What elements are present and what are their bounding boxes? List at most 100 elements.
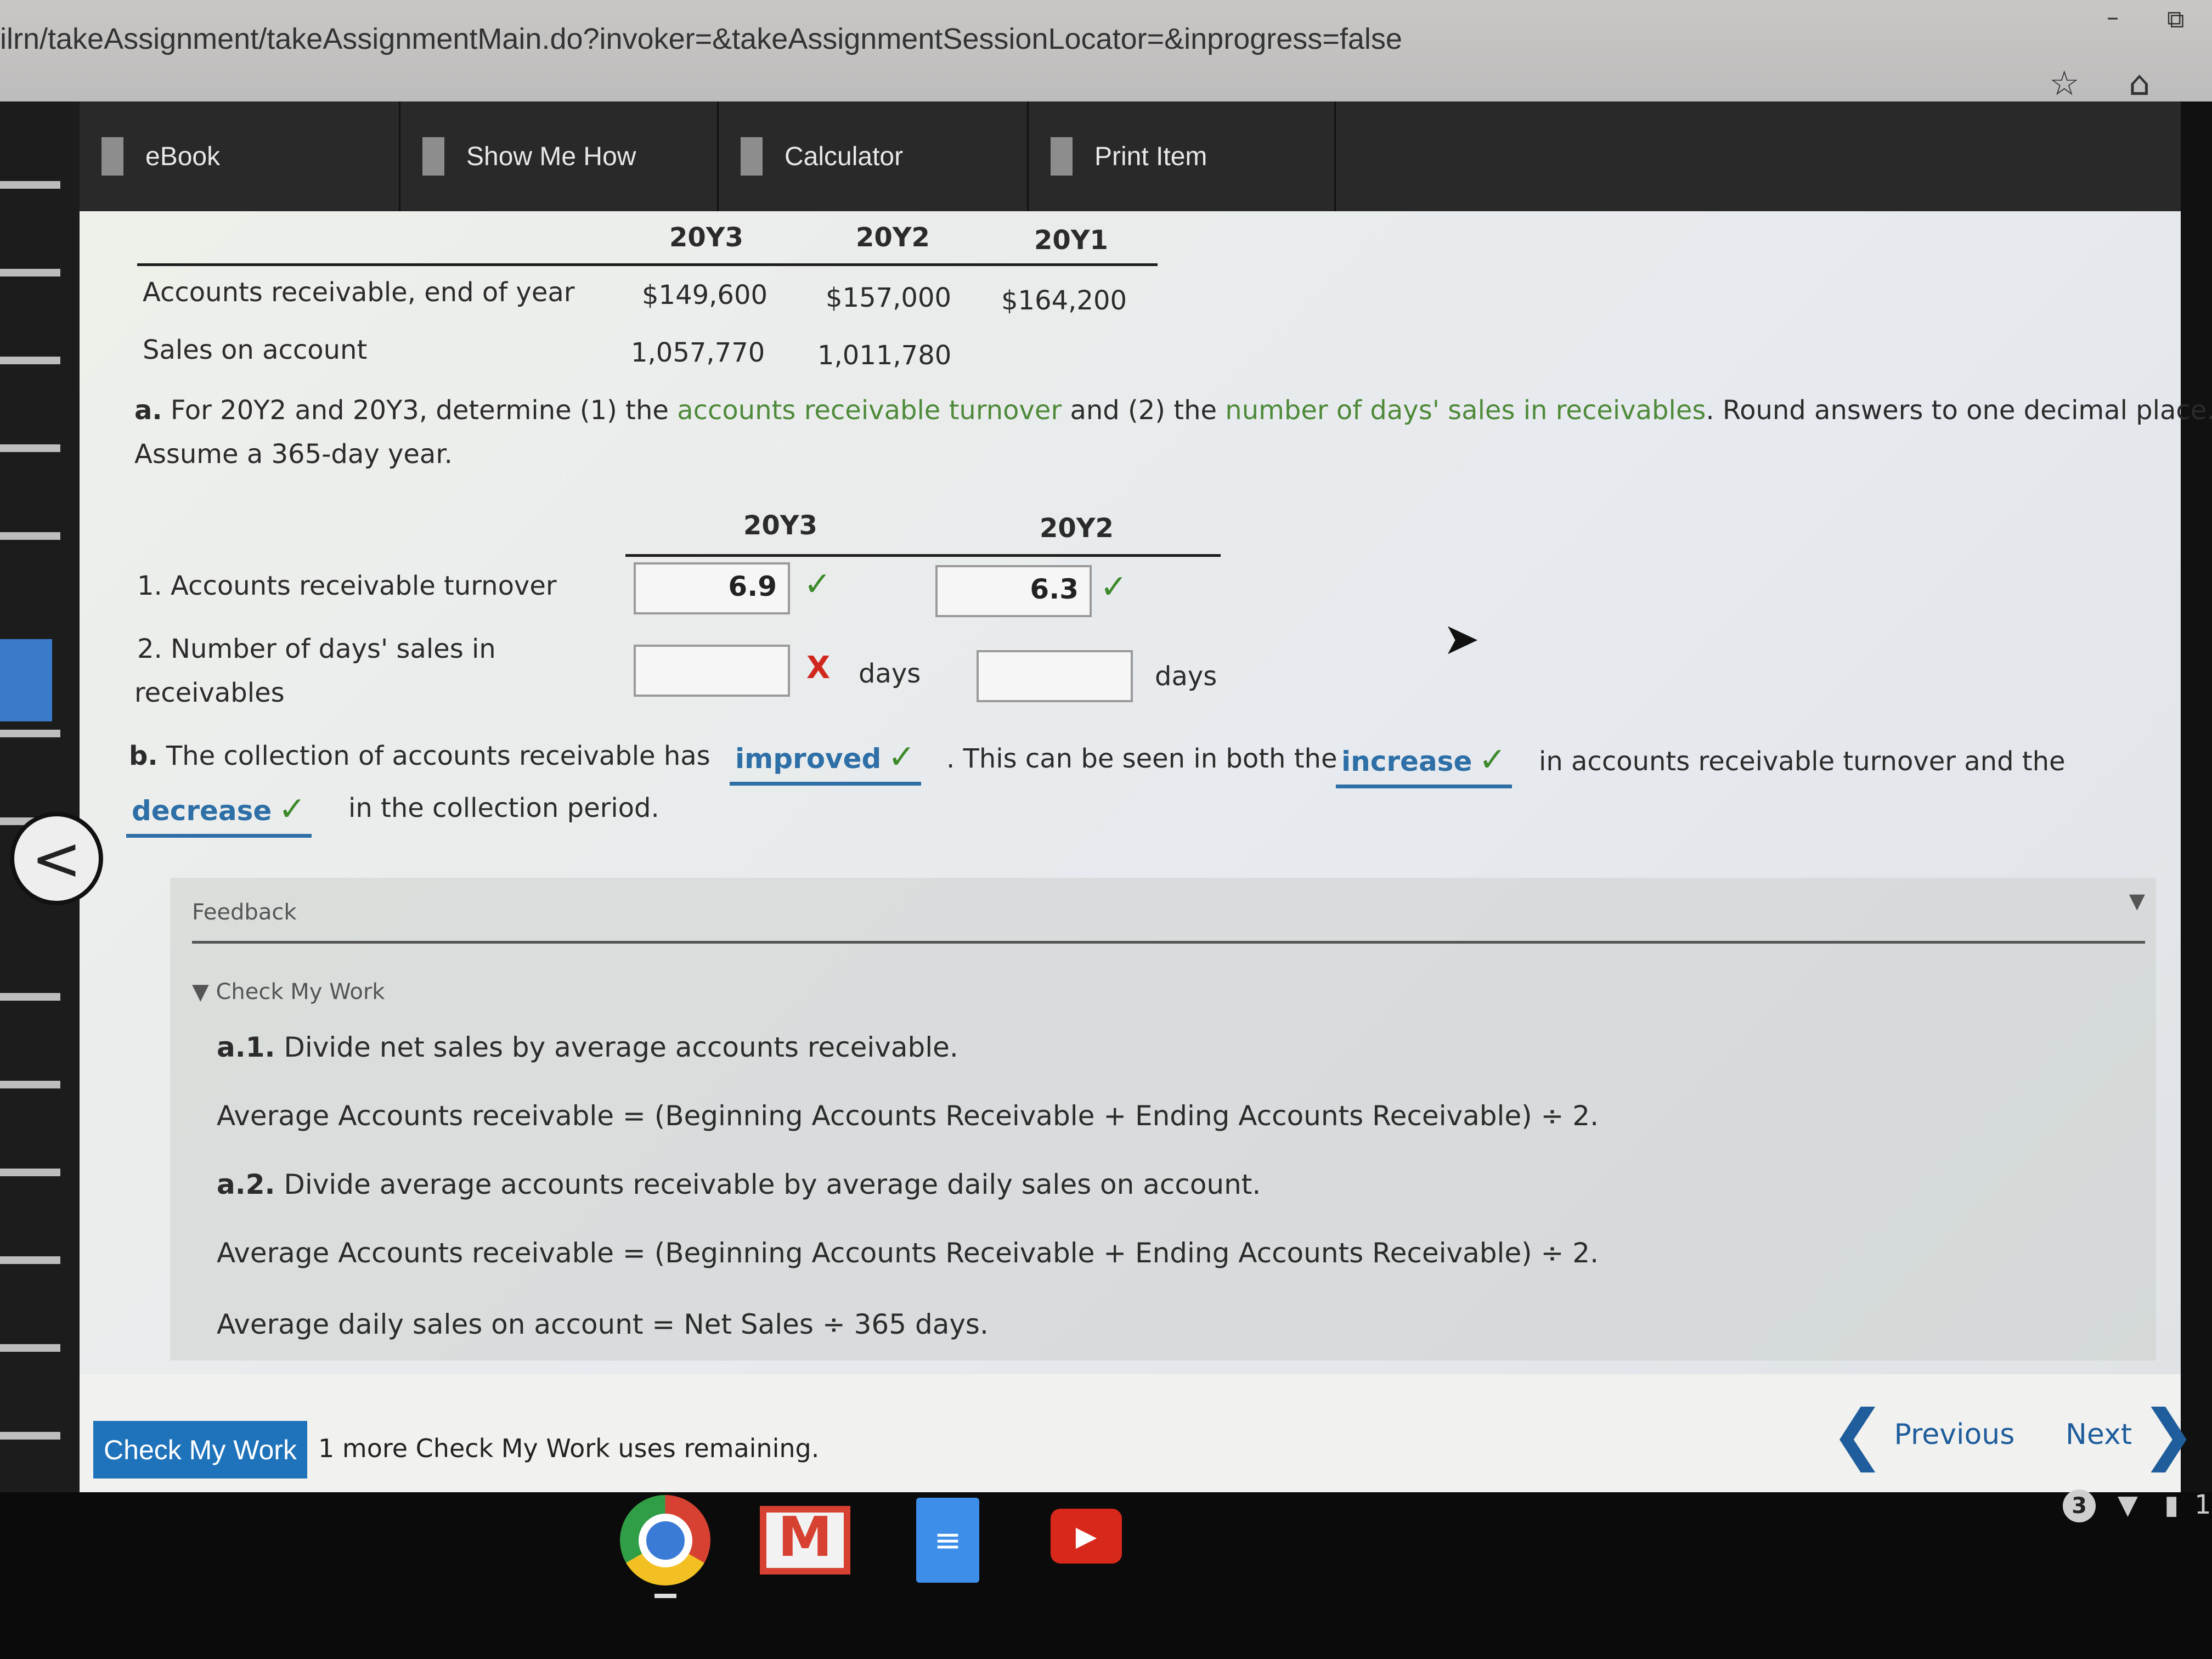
gmail-app-icon[interactable]: M	[760, 1506, 850, 1575]
ebook-label: eBook	[145, 142, 221, 171]
row-label-ar: Accounts receivable, end of year	[143, 277, 575, 308]
check-icon: ✓	[888, 738, 916, 776]
feedback-line-text: Average Accounts receivable = (Beginning…	[217, 1100, 1599, 1132]
question-b-text-3: in accounts receivable turnover and the	[1539, 746, 2066, 777]
show-me-how-button[interactable]: Show Me How	[400, 101, 719, 211]
question-a-text-1: For 20Y2 and 20Y3, determine (1) the	[170, 395, 669, 426]
print-icon	[1051, 137, 1073, 176]
video-icon	[422, 137, 444, 176]
answer-table-rule	[625, 554, 1221, 557]
question-b-text-1: b. The collection of accounts receivable…	[129, 741, 710, 771]
battery-icon[interactable]: ▮	[2164, 1489, 2179, 1520]
incorrect-x-icon: X	[806, 650, 831, 686]
feedback-line: Average Accounts receivable = (Beginning…	[217, 1237, 1599, 1269]
improved-select[interactable]: improved ✓	[730, 738, 921, 786]
rail-item[interactable]	[0, 444, 60, 452]
rail-item[interactable]	[0, 1081, 60, 1088]
previous-label: Previous	[1894, 1418, 2015, 1451]
notification-count-badge[interactable]: 3	[2063, 1489, 2096, 1522]
assignment-footer: Check My Work 1 more Check My Work uses …	[80, 1374, 2196, 1492]
rail-item[interactable]	[0, 1432, 60, 1440]
rail-item[interactable]	[0, 269, 60, 276]
days-unit-20y3: days	[859, 658, 921, 689]
table-header-20y2: 20Y2	[856, 222, 930, 253]
ebook-button[interactable]: eBook	[80, 101, 400, 211]
check-my-work-toggle[interactable]: ▼ Check My Work	[192, 979, 385, 1005]
left-rail	[0, 101, 80, 1495]
feedback-collapse-icon[interactable]: ▼	[2129, 889, 2145, 913]
question-a-text: a. For 20Y2 and 20Y3, determine (1) the …	[134, 395, 2212, 426]
next-button[interactable]: Next ❯	[2066, 1396, 2205, 1472]
table-header-20y1: 20Y1	[1034, 225, 1108, 256]
rail-item[interactable]	[0, 357, 60, 364]
minimize-icon[interactable]: –	[2107, 3, 2119, 31]
home-icon[interactable]: ⌂	[2129, 63, 2150, 103]
address-bar[interactable]: ilrn/takeAssignment/takeAssignmentMain.d…	[0, 22, 1402, 56]
browser-chrome: ilrn/takeAssignment/takeAssignmentMain.d…	[0, 0, 2212, 103]
feedback-line-text: Average Accounts receivable = (Beginning…	[217, 1237, 1599, 1269]
rail-item[interactable]	[0, 532, 60, 540]
chrome-app-icon[interactable]	[620, 1495, 710, 1585]
turnover-20y3-input[interactable]: 6.9	[634, 562, 790, 614]
row-label-sales: Sales on account	[143, 335, 368, 365]
row-label-days-line1: 2. Number of days' sales in	[137, 634, 496, 664]
rail-item[interactable]	[0, 181, 60, 189]
rail-item[interactable]	[0, 993, 60, 1001]
row-label-turnover: 1. Accounts receivable turnover	[137, 571, 557, 601]
feedback-line-text: Divide average accounts receivable by av…	[275, 1169, 1261, 1200]
days-20y3-input[interactable]	[634, 645, 790, 697]
clock-text[interactable]: 1	[2194, 1489, 2211, 1520]
print-item-button[interactable]: Print Item	[1029, 101, 1336, 211]
feedback-line-label: a.2.	[217, 1169, 275, 1200]
decrease-select[interactable]: decrease ✓	[126, 790, 312, 838]
increase-select-value: increase	[1341, 746, 1472, 777]
back-chevron-button[interactable]: <	[10, 812, 103, 905]
wifi-icon[interactable]: ▼	[2118, 1489, 2138, 1520]
assignment-toolbar: eBook Show Me How Calculator Print Item	[80, 101, 2181, 211]
question-a-text-3: . Round answers to one decimal place.	[1706, 395, 2212, 426]
increase-select[interactable]: increase ✓	[1336, 741, 1512, 788]
feedback-title: Feedback	[192, 900, 297, 925]
rail-item[interactable]	[0, 1344, 60, 1352]
check-my-work-button[interactable]: Check My Work	[93, 1421, 307, 1479]
calculator-icon	[741, 137, 763, 176]
rail-item[interactable]	[0, 1169, 60, 1176]
show-me-how-label: Show Me How	[466, 142, 636, 171]
ar-20y3: $149,600	[642, 280, 768, 311]
docs-app-icon[interactable]: ≡	[916, 1498, 979, 1583]
check-icon: ✓	[1100, 568, 1128, 606]
table-header-20y3: 20Y3	[669, 222, 743, 253]
check-my-work-remaining: 1 more Check My Work uses remaining.	[318, 1434, 820, 1463]
question-a-line-2: Assume a 365-day year.	[134, 439, 453, 470]
feedback-line: Average Accounts receivable = (Beginning…	[217, 1100, 1599, 1132]
maximize-icon[interactable]: ⧉	[2167, 5, 2184, 33]
chevron-right-icon: ❯	[2141, 1396, 2196, 1472]
row-label-days-line2: receivables	[134, 678, 285, 708]
feedback-line: a.1. Divide net sales by average account…	[217, 1031, 958, 1063]
rail-item[interactable]	[0, 730, 60, 737]
glossary-link-days-sales[interactable]: number of days' sales in receivables	[1225, 395, 1706, 426]
mouse-cursor-icon: ➤	[1443, 613, 1480, 664]
feedback-divider	[192, 941, 2145, 944]
next-label: Next	[2066, 1418, 2132, 1451]
sales-20y2: 1,011,780	[817, 340, 952, 371]
table-rule	[137, 263, 1158, 266]
question-a-text-2: and (2) the	[1070, 395, 1217, 426]
bookmark-star-icon[interactable]: ☆	[2049, 63, 2080, 103]
youtube-app-icon[interactable]: ▶	[1051, 1509, 1122, 1564]
rail-item[interactable]	[0, 1256, 60, 1264]
calculator-button[interactable]: Calculator	[719, 101, 1029, 211]
turnover-20y2-input[interactable]: 6.3	[935, 565, 1092, 617]
decrease-select-value: decrease	[132, 795, 272, 827]
rail-item-active[interactable]	[0, 639, 52, 721]
days-20y2-input[interactable]	[977, 650, 1133, 702]
book-icon	[101, 137, 123, 176]
calculator-label: Calculator	[785, 142, 904, 171]
question-b-text-4: in the collection period.	[348, 793, 659, 823]
glossary-link-ar-turnover[interactable]: accounts receivable turnover	[677, 395, 1062, 426]
feedback-line-text: Divide net sales by average accounts rec…	[275, 1031, 958, 1063]
ar-20y2: $157,000	[826, 283, 952, 313]
print-item-label: Print Item	[1094, 142, 1207, 171]
check-icon: ✓	[278, 790, 306, 828]
previous-button[interactable]: ❮ Previous	[1821, 1396, 2015, 1472]
